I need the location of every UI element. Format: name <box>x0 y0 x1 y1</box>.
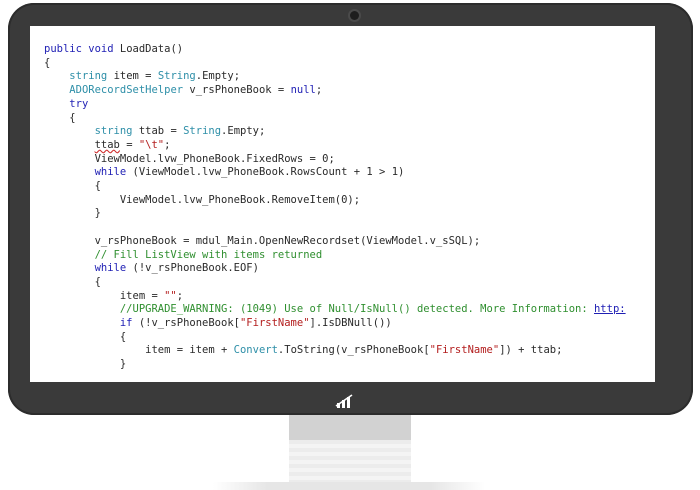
code-keyword: void <box>88 43 120 55</box>
code-string: "FirstName" <box>239 317 310 329</box>
code-line: public void LoadData() <box>44 40 183 58</box>
code-body[interactable]: public void LoadData(){ string item = St… <box>44 40 644 380</box>
camera-dot-icon <box>350 11 359 20</box>
code-line: } <box>44 355 126 373</box>
code-editor-screen: public void LoadData(){ string item = St… <box>30 26 655 382</box>
code-text: .ToString(v_rsPhoneBook[ <box>277 344 430 357</box>
code-text: ; <box>315 84 323 97</box>
monitor-foot <box>213 482 485 490</box>
code-keyword: null <box>290 84 316 97</box>
brand-logo-icon <box>335 394 353 408</box>
code-text: } <box>44 207 101 220</box>
code-text: ].IsDBNull()) <box>309 317 392 329</box>
code-text: ]) + ttab; <box>499 344 563 357</box>
code-text: (ViewModel.lvw_PhoneBook.RowsCount + 1 >… <box>132 166 405 179</box>
monitor-stand-neck <box>289 415 411 440</box>
code-text: (!v_rsPhoneBook[ <box>138 317 240 329</box>
code-string: "FirstName" <box>429 344 500 357</box>
code-text: } <box>44 358 127 371</box>
code-keyword: public <box>44 43 89 55</box>
code-type: String <box>183 125 222 138</box>
code-text: LoadData() <box>119 43 184 55</box>
code-text: v_rsPhoneBook = <box>189 84 291 97</box>
code-link[interactable]: http: <box>594 303 626 315</box>
code-text: .Empty; <box>221 125 266 138</box>
code-line: } <box>44 204 101 222</box>
code-text: (!v_rsPhoneBook.EOF) <box>132 262 259 275</box>
code-type: Convert <box>233 344 278 357</box>
